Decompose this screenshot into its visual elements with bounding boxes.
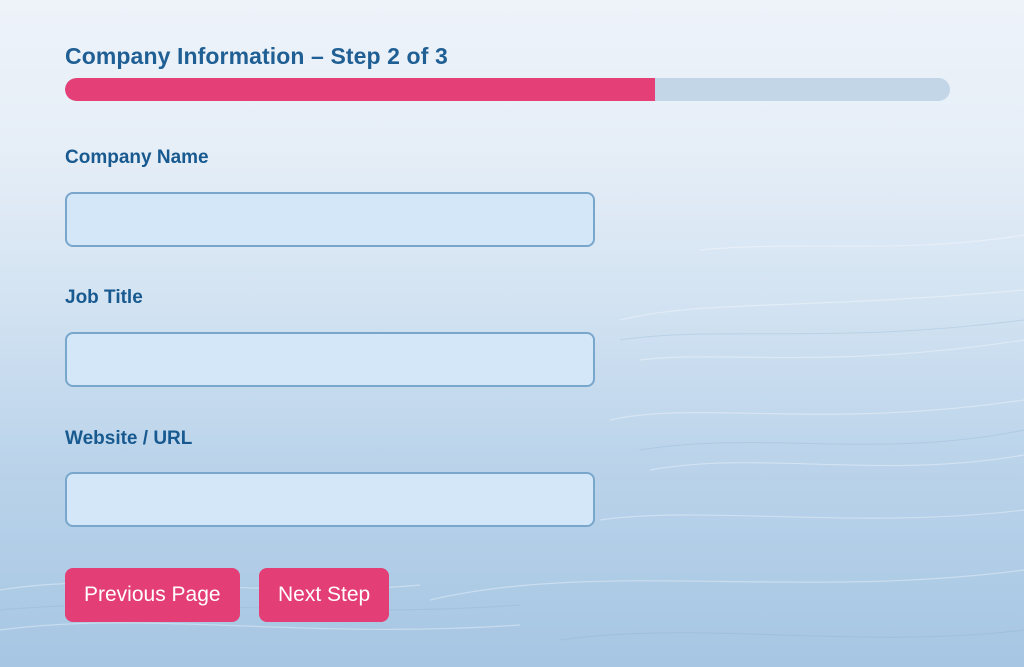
website-url-label: Website / URL: [65, 428, 193, 449]
step-title: Company Information – Step 2 of 3: [65, 43, 448, 69]
job-title-input[interactable]: [65, 332, 595, 387]
job-title-label: Job Title: [65, 287, 143, 308]
company-name-input[interactable]: [65, 192, 595, 247]
company-name-label: Company Name: [65, 147, 209, 168]
previous-page-button[interactable]: Previous Page: [65, 568, 240, 622]
company-info-form: Company Information – Step 2 of 3 Compan…: [65, 40, 950, 622]
website-url-input[interactable]: [65, 472, 595, 527]
progress-bar-fill: [65, 78, 656, 101]
next-step-button[interactable]: Next Step: [259, 568, 390, 622]
progress-bar: [65, 78, 950, 101]
